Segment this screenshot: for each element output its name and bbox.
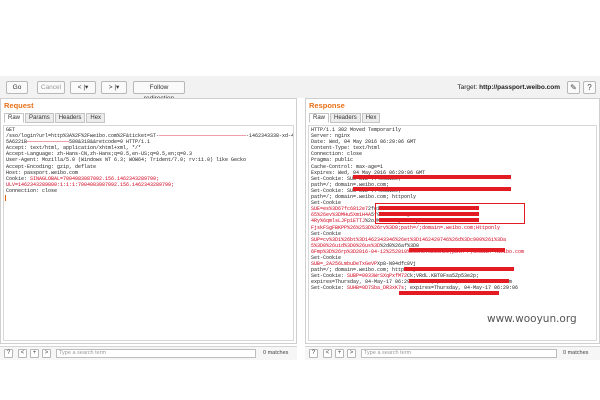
redaction-bar bbox=[409, 248, 505, 252]
highlighted-text: SUB=_2A256LmbuDeTxGeVP bbox=[311, 261, 378, 268]
follow-redirection-button[interactable]: Follow redirection bbox=[133, 81, 185, 102]
next-match-button[interactable]: > bbox=[42, 349, 51, 358]
code-text: Accept: text/html, application/xhtml+xml… bbox=[6, 145, 142, 152]
redaction-bar bbox=[399, 291, 499, 295]
code-text: Set-Cookie: bbox=[311, 285, 348, 292]
response-viewer[interactable]: HTTP/1.1 302 Moved Temporarily Server: ng… bbox=[308, 125, 597, 341]
next-match-button[interactable]: > bbox=[347, 349, 356, 358]
request-title: Request bbox=[4, 101, 34, 110]
code-text: Set-Cookie bbox=[311, 230, 342, 237]
search-input[interactable]: Type a search term bbox=[56, 349, 256, 358]
redaction-bar bbox=[353, 187, 511, 191]
tab-raw[interactable]: Raw bbox=[4, 113, 25, 123]
code-text: Accept-Encoding: gzip, deflate bbox=[6, 163, 97, 170]
code-text: Connection: close bbox=[311, 151, 363, 158]
back-button[interactable]: < |▾ bbox=[70, 81, 96, 94]
redaction-bar bbox=[404, 267, 514, 271]
target-label: Target: bbox=[457, 84, 478, 91]
code-text: Set-Cookie bbox=[311, 254, 342, 261]
tab-hex[interactable]: Hex bbox=[361, 113, 381, 123]
highlighted-text: 5%3D0%26uid%3D0%26us%3D bbox=[311, 242, 381, 249]
response-tabs: Raw Headers Hex bbox=[309, 113, 381, 123]
code-text: Connection: close bbox=[6, 187, 58, 194]
tab-headers[interactable]: Headers bbox=[330, 113, 361, 123]
response-panel: Response Raw Headers Hex HTTP/1.1 302 Mo… bbox=[305, 98, 600, 344]
highlighted-text: ————————————————————————————— bbox=[159, 133, 247, 140]
request-panel: Request Raw Params Headers Hex GET/sso/l… bbox=[0, 98, 297, 344]
target-value: http://passport.weibo.com bbox=[479, 84, 560, 91]
highlighted-text: ULV=1462343289800:1:1:1:7004083087092.15… bbox=[6, 181, 175, 188]
highlighted-text: 65%26ev%3DMHu5Xm1H4A bbox=[311, 212, 372, 219]
code-text: Set-Cookie: bbox=[311, 273, 348, 280]
highlighted-text: FjskFSgFBKPP%26%253D%26rv%3D0;path=/;dom… bbox=[311, 224, 501, 231]
code-text: Server: nginx bbox=[311, 133, 351, 140]
response-search-bar: ? < + > Type a search term 0 matches bbox=[305, 346, 600, 360]
highlighted-text: SUP=cv%3D1%26bt%3D1462343346%26et%3D1462… bbox=[311, 236, 507, 243]
code-text: HTTP/1.1 302 Moved Temporarily bbox=[311, 127, 402, 133]
highlight-box bbox=[375, 203, 525, 224]
code-line: Connection: close bbox=[6, 188, 291, 194]
tab-headers[interactable]: Headers bbox=[54, 113, 86, 123]
highlighted-text: —————————————— bbox=[27, 139, 70, 146]
code-text: Content-Type: text/html bbox=[311, 145, 381, 152]
highlighted-text: SUHB=0D7Sba_DR3xK7s bbox=[347, 285, 405, 292]
help-button[interactable]: ? bbox=[309, 349, 318, 358]
request-search-bar: ? < + > Type a search term 0 matches bbox=[0, 346, 297, 360]
help-icon[interactable]: ? bbox=[583, 81, 596, 94]
tab-hex[interactable]: Hex bbox=[86, 113, 106, 123]
request-editor[interactable]: GET/sso/login?url=http%3A%2F%2Fweibo.com… bbox=[3, 125, 294, 341]
redaction-bar bbox=[409, 279, 509, 283]
toolbar: Go Cancel < |▾ > |▾ Follow redirection T… bbox=[0, 76, 600, 102]
go-button[interactable]: Go bbox=[6, 81, 28, 94]
redaction-bar bbox=[353, 175, 511, 179]
highlighted-text: 4Ry%6qmlsLJFp1ETTJ bbox=[311, 218, 366, 225]
code-text: Pragma: public bbox=[311, 157, 354, 164]
add-button[interactable]: + bbox=[30, 349, 39, 358]
code-text: User-Agent: Mozilla/5.0 (Windows NT 6.3;… bbox=[6, 157, 247, 164]
code-text: Set-Cookie bbox=[311, 200, 342, 207]
watermark: www.wooyun.org bbox=[487, 313, 577, 325]
code-text: Date: Wed, 04 May 2016 06:29:06 GMT bbox=[311, 139, 417, 146]
code-text: Host: passport.weibo.com bbox=[6, 169, 79, 176]
edit-target-icon[interactable]: ✎ bbox=[567, 81, 580, 94]
text-cursor bbox=[5, 195, 6, 201]
code-text: Accept-Language: zh-Hans-CN,zh-Hans;q=0.… bbox=[6, 151, 193, 158]
forward-button[interactable]: > |▾ bbox=[101, 81, 127, 94]
add-button[interactable]: + bbox=[335, 349, 344, 358]
help-button[interactable]: ? bbox=[4, 349, 13, 358]
code-text: 5A6221B bbox=[6, 139, 28, 146]
target-display: Target: http://passport.weibo.com bbox=[457, 84, 560, 91]
previous-match-button[interactable]: < bbox=[18, 349, 27, 358]
code-text: Cookie: bbox=[6, 175, 31, 182]
request-tabs: Raw Params Headers Hex bbox=[4, 113, 106, 123]
match-count: 0 matches bbox=[563, 350, 589, 356]
code-text: path=/; domain=.weibo.com; httponly bbox=[311, 194, 417, 201]
code-text: GET bbox=[6, 127, 16, 133]
code-text: -1462343338-xd-465642B bbox=[246, 133, 294, 140]
tab-raw[interactable]: Raw bbox=[309, 113, 330, 123]
response-title: Response bbox=[309, 101, 345, 110]
search-input[interactable]: Type a search term bbox=[361, 349, 557, 358]
match-count: 0 matches bbox=[263, 350, 289, 356]
highlighted-text: SINAGLOBAL=7004083087092.156.14623432897… bbox=[30, 175, 160, 182]
code-text: Cache-Control: max-age=1 bbox=[311, 163, 384, 170]
previous-match-button[interactable]: < bbox=[323, 349, 332, 358]
code-text: path=/; domain=.weibo.com; httponly bbox=[311, 267, 417, 274]
cancel-button[interactable]: Cancel bbox=[37, 81, 65, 94]
highlighted-text: SUE=es%3D67fc6812e7 bbox=[311, 206, 369, 213]
code-text: 580&318&&retcode=0 HTTP/1.1 bbox=[69, 139, 151, 146]
tab-params[interactable]: Params bbox=[25, 113, 54, 123]
code-text: /sso/login?url=http%3A%2F%2Fweibo.com%2F… bbox=[6, 133, 160, 140]
highlighted-text: SUBP=0033WrSXqPxfM72 bbox=[347, 273, 408, 280]
